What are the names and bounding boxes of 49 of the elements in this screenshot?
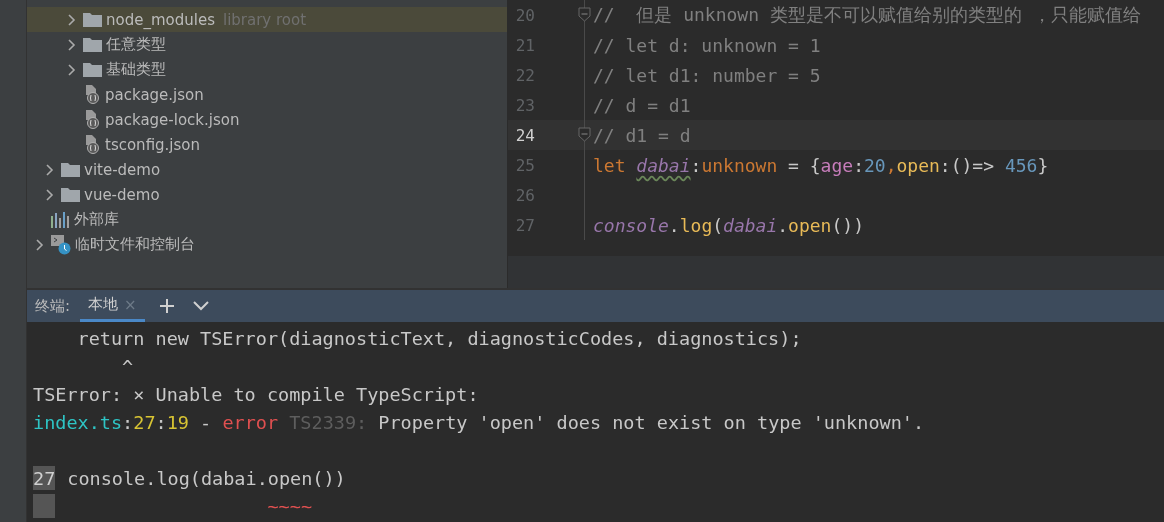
tree-item[interactable]: vite-demo: [27, 157, 507, 182]
chevron-right-icon[interactable]: [66, 38, 76, 51]
error-squiggle: ~~~~: [266, 495, 313, 517]
terminal-line: TSError: × Unable to compile TypeScript:: [33, 383, 479, 405]
scratch-console-icon: [51, 234, 71, 255]
library-icon: [51, 211, 70, 228]
code-line: console.log(dabai.open()): [592, 214, 864, 236]
terminal-line: return new TSError(diagnosticText, diagnosticCodes, diagnostics);: [76, 327, 802, 349]
code-line: // d1 = d: [592, 124, 691, 146]
line-number: 21: [514, 35, 535, 55]
tree-item[interactable]: 基础类型: [27, 57, 507, 82]
chevron-right-icon[interactable]: [44, 163, 54, 176]
tree-item[interactable]: 任意类型: [27, 32, 507, 57]
tree-item[interactable]: 临时文件和控制台: [27, 232, 507, 257]
code-line: let dabai:unknown = {age:20,open:()=> 456}: [592, 154, 1049, 176]
line-number: 27: [514, 215, 535, 235]
line-number: 24: [514, 125, 535, 145]
chevron-right-icon[interactable]: [34, 238, 44, 251]
code-line: // d = d1: [592, 94, 691, 116]
tree-item[interactable]: package-lock.json: [27, 107, 507, 132]
folder-icon: [61, 162, 80, 177]
terminal-line: console.log(dabai.open()): [67, 467, 346, 489]
tree-item[interactable]: tsconfig.json: [27, 132, 507, 157]
terminal-title: 终端:: [35, 296, 71, 316]
folder-icon: [83, 37, 102, 52]
code-line: // let d1: number = 5: [592, 64, 821, 86]
chevron-right-icon[interactable]: [66, 13, 76, 26]
terminal-line: ^: [121, 355, 134, 377]
code-line: // let d: unknown = 1: [592, 34, 821, 56]
line-number: 27: [33, 466, 56, 490]
line-number: 20: [514, 5, 535, 25]
code-line: // 但是 unknown 类型是不可以赋值给别的类型的 ，只能赋值给: [592, 3, 1141, 27]
line-number: 22: [514, 65, 535, 85]
line-number: 25: [514, 155, 535, 175]
json-file-icon: [83, 135, 101, 154]
line-number: 26: [514, 185, 535, 205]
folder-icon: [83, 12, 102, 27]
json-file-icon: [83, 110, 101, 129]
json-file-icon: [83, 85, 101, 104]
terminal-tab[interactable]: 本地 ×: [80, 290, 145, 322]
line-number: 23: [514, 95, 535, 115]
gutter-marker: [33, 494, 55, 518]
tree-item[interactable]: package.json: [27, 82, 507, 107]
tree-item[interactable]: 外部库: [27, 207, 507, 232]
chevron-right-icon[interactable]: [44, 188, 54, 201]
folder-icon: [83, 62, 102, 77]
chevron-right-icon[interactable]: [66, 63, 76, 76]
folder-icon: [61, 187, 80, 202]
tree-item[interactable]: vue-demo: [27, 182, 507, 207]
